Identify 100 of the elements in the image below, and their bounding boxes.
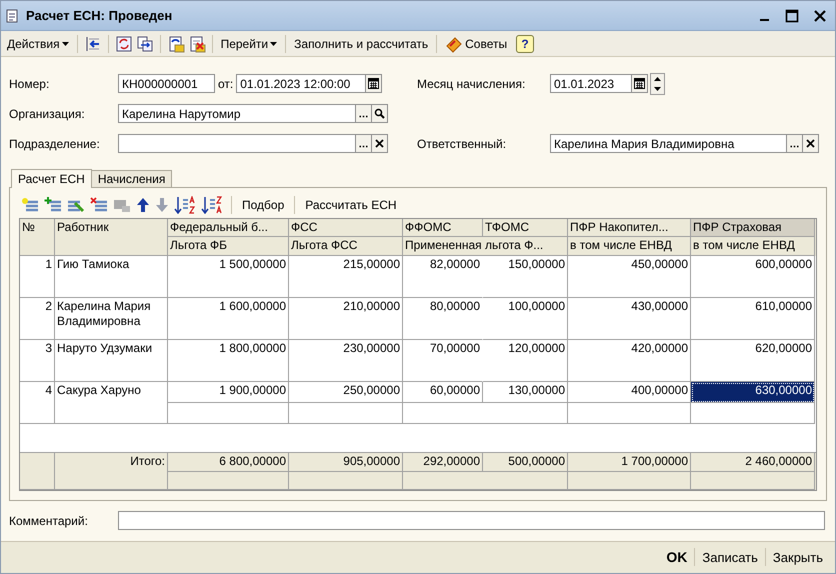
fill-and-calculate-button[interactable]: Заполнить и рассчитать (292, 34, 430, 53)
total-cell: 6 800,00000 (168, 452, 289, 472)
column-header[interactable]: Примененная льгота Ф... (403, 236, 568, 256)
add-child-row-icon[interactable] (44, 196, 62, 213)
month-field[interactable]: 01.01.2023 (550, 74, 632, 94)
table-cell[interactable]: 100,00000 (483, 298, 568, 340)
table-cell: Наруто Удзумаки (55, 340, 168, 382)
column-header[interactable]: ФСС (289, 218, 403, 237)
dialog-button[interactable]: Записать (698, 546, 762, 568)
table-cell[interactable]: 210,00000 (289, 298, 403, 340)
table-cell[interactable]: 130,00000 (483, 382, 568, 403)
tab[interactable]: Начисления (90, 170, 172, 187)
table-cell: 3 (20, 340, 55, 382)
refresh-icon[interactable] (114, 34, 133, 53)
search-icon[interactable] (372, 104, 388, 124)
copy-arrows-icon[interactable] (136, 34, 154, 53)
add-row-icon[interactable] (21, 196, 39, 213)
column-header[interactable]: ФФОМС (403, 218, 483, 237)
arrow-up-icon[interactable] (136, 196, 150, 213)
field-label: Подразделение: (9, 136, 101, 151)
subdivision-field[interactable] (118, 134, 356, 154)
delete-row-icon[interactable] (90, 196, 108, 213)
table-cell: 2 (20, 298, 55, 340)
column-header[interactable]: Льгота ФБ (168, 236, 289, 256)
field-label: Ответственный: (417, 136, 508, 151)
field-label: Номер: (9, 76, 50, 91)
window-title: Расчет ЕСН: Проведен (26, 8, 172, 24)
table-row[interactable]: 2 Карелина Мария Владимировна 1 600,00000 210,00000 80,00000 100,00000 430,00000 610,00000 (20, 298, 816, 340)
close-icon[interactable] (813, 8, 827, 23)
table-cell[interactable]: 1 800,00000 (168, 340, 289, 382)
date-field[interactable]: 01.01.2023 12:00:00 (236, 74, 366, 94)
caret-icon (270, 42, 278, 46)
document-delete-icon[interactable] (188, 34, 206, 53)
table-cell[interactable]: 450,00000 (568, 256, 691, 298)
field-label: Организация: (9, 106, 86, 121)
table-row[interactable]: 1 Гию Тамиока 1 500,00000 215,00000 82,00000 150,00000 450,00000 600,00000 (20, 256, 816, 298)
column-header[interactable]: № (20, 218, 55, 256)
dialog-button[interactable]: Закрыть (768, 546, 827, 568)
sort-ascending-icon[interactable] (174, 196, 196, 214)
table-cell[interactable]: 250,00000 (289, 382, 403, 403)
table-cell[interactable]: 1 500,00000 (168, 256, 289, 298)
table-cell[interactable]: 215,00000 (289, 256, 403, 298)
table-row[interactable]: 4 Сакура Харуно 1 900,00000 250,00000 60,00000 130,00000 400,00000 630,00000 (20, 382, 816, 424)
column-header[interactable]: Федеральный б... (168, 218, 289, 237)
spinner-icon[interactable] (650, 72, 665, 95)
toolbar-button[interactable]: Рассчитать ЕСН (303, 196, 399, 214)
clear-icon[interactable] (372, 134, 388, 154)
column-header[interactable]: в том числе ЕНВД (568, 236, 691, 256)
table-cell[interactable]: 120,00000 (483, 340, 568, 382)
table-cell[interactable]: 70,00000 (403, 340, 483, 382)
organization-field[interactable]: Карелина Нарутомир (118, 104, 356, 124)
total-cell: 2 460,00000 (691, 452, 815, 472)
goto-menu[interactable]: Перейти (218, 34, 280, 53)
column-header[interactable]: ПФР Страховая (691, 218, 815, 237)
maximize-icon[interactable] (785, 8, 799, 23)
calendar-icon[interactable] (366, 74, 382, 94)
table-cell[interactable]: 82,00000 (403, 256, 483, 298)
toolbar-button[interactable]: Подбор (240, 196, 286, 214)
column-header[interactable]: ТФОМС (483, 218, 568, 237)
column-header[interactable]: Льгота ФСС (289, 236, 403, 256)
table-cell[interactable]: 150,00000 (483, 256, 568, 298)
table-row[interactable]: 3 Наруто Удзумаки 1 800,00000 230,00000 70,00000 120,00000 420,00000 620,00000 (20, 340, 816, 382)
field-label: Комментарий: (9, 514, 89, 528)
document-post-icon[interactable] (166, 34, 185, 53)
table-cell[interactable]: 1 600,00000 (168, 298, 289, 340)
table-cell[interactable]: 420,00000 (568, 340, 691, 382)
table-cell[interactable]: 630,00000 (691, 382, 815, 403)
table-cell: 4 (20, 382, 55, 424)
tips-button[interactable]: Советы (443, 32, 510, 55)
dialog-button[interactable]: OK (662, 546, 692, 568)
table-cell[interactable]: 230,00000 (289, 340, 403, 382)
number-field[interactable]: КН000000001 (118, 74, 215, 94)
responsible-field[interactable]: Карелина Мария Владимировна (550, 134, 787, 154)
document-icon (6, 8, 18, 23)
actions-menu[interactable]: Действия (5, 34, 71, 53)
field-label: Месяц начисления: (417, 76, 526, 91)
tab[interactable]: Расчет ЕСН (11, 168, 92, 188)
comment-field[interactable] (118, 511, 825, 530)
ellipsis-icon[interactable] (356, 134, 372, 154)
table-cell: Сакура Харуно (55, 382, 168, 424)
column-header[interactable]: в том числе ЕНВД (691, 236, 815, 256)
caret-icon (62, 42, 69, 46)
column-header[interactable]: ПФР Накопител... (568, 218, 691, 237)
total-cell: 500,00000 (483, 452, 568, 472)
column-header[interactable]: Работник (55, 218, 168, 256)
table-cell[interactable]: 80,00000 (403, 298, 483, 340)
table-cell[interactable]: 600,00000 (691, 256, 815, 298)
totals-label: Итого: (55, 452, 168, 490)
help-button[interactable]: ? (516, 34, 534, 53)
arrow-left-icon[interactable] (84, 34, 102, 53)
ellipsis-icon[interactable] (787, 134, 803, 154)
table-cell[interactable]: 430,00000 (568, 298, 691, 340)
table-cell: 1 (20, 256, 55, 298)
calendar-icon[interactable] (632, 74, 648, 94)
ellipsis-icon[interactable] (356, 104, 372, 124)
clear-icon[interactable] (803, 134, 819, 154)
table-cell[interactable]: 610,00000 (691, 298, 815, 340)
table-cell[interactable]: 1 900,00000 (168, 382, 289, 403)
table-cell[interactable]: 60,00000 (403, 382, 483, 403)
sort-descending-icon[interactable] (201, 196, 223, 214)
